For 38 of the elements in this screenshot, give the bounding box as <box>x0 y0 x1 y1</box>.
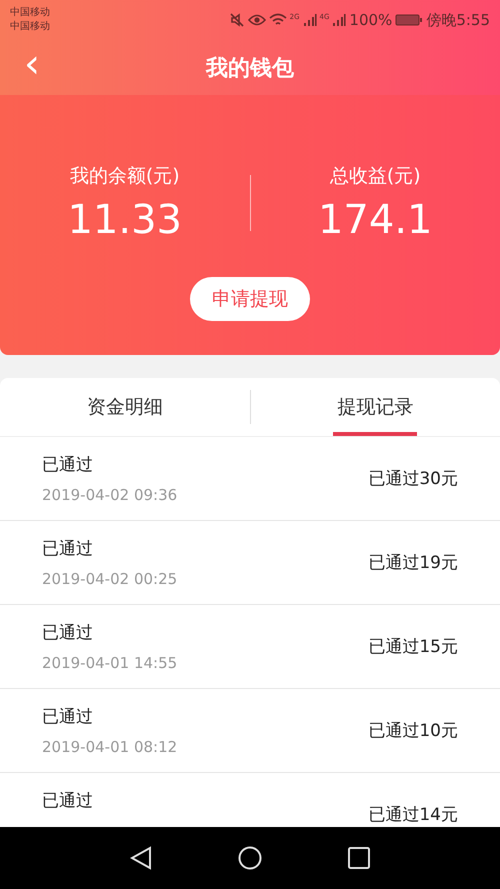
record-date: 2019-04-02 09:36 <box>42 486 178 504</box>
record-amount: 已通过15元 <box>368 636 458 659</box>
recents-icon[interactable] <box>348 847 370 869</box>
balance-label: 我的余额(元) <box>70 164 180 189</box>
record-row[interactable]: 已通过 2019-04-02 00:25 已通过19元 <box>0 521 500 605</box>
battery-icon <box>395 13 424 27</box>
income-label: 总收益(元) <box>330 164 421 189</box>
income-value: 174.1 <box>318 197 432 243</box>
carrier-name: 中国移动 <box>10 6 50 20</box>
back-icon[interactable] <box>130 846 152 870</box>
record-amount: 已通过10元 <box>368 720 458 743</box>
record-amount: 已通过30元 <box>368 468 458 491</box>
signal-icon <box>302 13 317 27</box>
record-amount: 已通过14元 <box>368 804 458 827</box>
signal-icon <box>332 13 346 27</box>
withdraw-button[interactable]: 申请提现 <box>190 277 310 321</box>
record-amount: 已通过19元 <box>368 552 458 575</box>
record-row[interactable]: 已通过 2019-04-01 14:55 已通过15元 <box>0 605 500 689</box>
home-icon[interactable] <box>238 846 262 870</box>
wifi-icon <box>268 13 287 27</box>
record-date: 2019-04-01 08:12 <box>42 738 178 756</box>
record-status: 已通过 <box>42 538 94 560</box>
balance-value: 11.33 <box>67 197 182 243</box>
carrier-name: 中国移动 <box>10 20 50 34</box>
page-title: 我的钱包 <box>206 54 294 82</box>
record-row[interactable]: 已通过 2019-04-02 09:36 已通过30元 <box>0 437 500 521</box>
record-status: 已通过 <box>42 706 94 728</box>
record-status: 已通过 <box>42 790 93 812</box>
mute-icon <box>228 12 245 28</box>
clock: 傍晚5:55 <box>426 10 490 30</box>
eye-icon <box>248 13 266 27</box>
record-date: 2019-04-01 14:55 <box>42 654 178 672</box>
record-status: 已通过 <box>42 622 94 644</box>
record-status: 已通过 <box>42 454 94 476</box>
record-date: 2019-04-02 00:25 <box>42 570 178 588</box>
record-row[interactable]: 已通过 2019-04-01 08:12 已通过10元 <box>0 689 500 773</box>
battery-percent: 100% <box>349 11 392 29</box>
tab[interactable]: 资金明细 <box>0 378 250 436</box>
